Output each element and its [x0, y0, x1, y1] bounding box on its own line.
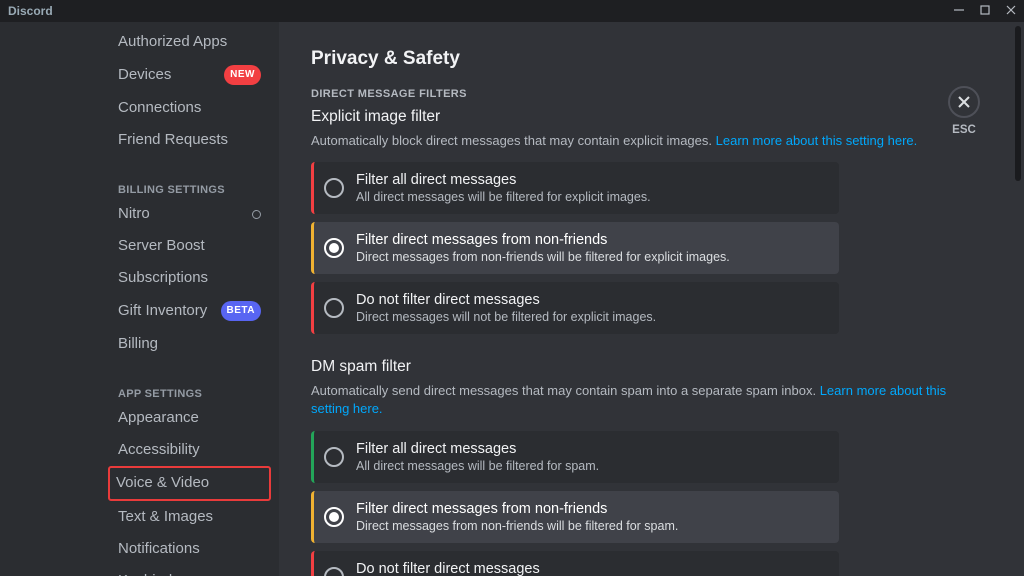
sidebar-item-keybinds[interactable]: Keybinds — [110, 565, 269, 576]
radio-subtitle: Direct messages will not be filtered for… — [356, 310, 656, 324]
badge: NEW — [224, 65, 261, 85]
sidebar-item-label: Server Boost — [118, 237, 205, 255]
settings-sidebar: Authorized Apps Devices NEW Connections Frie… — [0, 22, 279, 576]
sidebar-item-notifications[interactable]: Notifications — [110, 533, 269, 565]
sidebar-item-accessibility[interactable]: Accessibility — [110, 434, 269, 466]
sidebar-item-appearance[interactable]: Appearance — [110, 402, 269, 434]
radio-title: Do not filter direct messages — [356, 292, 656, 308]
radio-icon — [324, 298, 344, 318]
scrollbar[interactable] — [1015, 26, 1021, 181]
sidebar-item-authorized-apps[interactable]: Authorized Apps — [110, 26, 269, 58]
window-minimize-icon[interactable] — [954, 4, 964, 18]
spam-filter-radio-group: Filter all direct messages All direct mes… — [311, 431, 839, 576]
sidebar-section-header: Billing Settings — [110, 176, 269, 198]
sidebar-item-label: Subscriptions — [118, 269, 208, 287]
badge: BETA — [221, 301, 261, 321]
sidebar-item-label: Gift Inventory — [118, 302, 207, 320]
sidebar-item-billing[interactable]: Billing — [110, 328, 269, 360]
sidebar-section-header: App Settings — [110, 380, 269, 402]
radio-icon — [324, 238, 344, 258]
settings-content: Privacy & Safety Direct Message Filters … — [279, 22, 1024, 576]
radio-title: Filter all direct messages — [356, 441, 599, 457]
spam-option-2[interactable]: Do not filter direct messagesDirect mess… — [311, 551, 839, 576]
sidebar-item-text-images[interactable]: Text & Images — [110, 501, 269, 533]
learn-more-link[interactable]: Learn more about this setting here. — [716, 133, 918, 148]
sidebar-item-connections[interactable]: Connections — [110, 92, 269, 124]
radio-subtitle: Direct messages from non-friends will be… — [356, 250, 730, 264]
sidebar-item-label: Connections — [118, 99, 201, 117]
spam-filter-desc: Automatically send direct messages that … — [311, 382, 984, 418]
sidebar-item-label: Friend Requests — [118, 131, 228, 149]
spam-filter-heading: DM spam filter — [311, 358, 984, 376]
spam-option-1[interactable]: Filter direct messages from non-friends D… — [311, 491, 839, 543]
sidebar-item-label: Notifications — [118, 540, 200, 558]
radio-title: Filter direct messages from non-friends — [356, 501, 678, 517]
sidebar-item-label: Accessibility — [118, 441, 200, 459]
sidebar-item-server-boost[interactable]: Server Boost — [110, 230, 269, 262]
close-label: ESC — [952, 124, 976, 136]
nitro-indicator-icon — [252, 210, 261, 219]
radio-subtitle: All direct messages will be filtered for… — [356, 459, 599, 473]
window-maximize-icon[interactable] — [980, 4, 990, 18]
explicit-option-1[interactable]: Filter direct messages from non-friends D… — [311, 222, 839, 274]
radio-title: Do not filter direct messages — [356, 561, 605, 576]
radio-subtitle: Direct messages from non-friends will be… — [356, 519, 678, 533]
sidebar-item-subscriptions[interactable]: Subscriptions — [110, 262, 269, 294]
sidebar-item-label: Text & Images — [118, 508, 213, 526]
close-icon[interactable] — [948, 86, 980, 118]
explicit-option-0[interactable]: Filter all direct messages All direct mes… — [311, 162, 839, 214]
section-eyebrow: Direct Message Filters — [311, 88, 984, 100]
spam-option-0[interactable]: Filter all direct messages All direct mes… — [311, 431, 839, 483]
radio-title: Filter direct messages from non-friends — [356, 232, 730, 248]
explicit-filter-desc: Automatically block direct messages that… — [311, 132, 984, 150]
page-title: Privacy & Safety — [311, 48, 984, 70]
explicit-option-2[interactable]: Do not filter direct messages Direct mess… — [311, 282, 839, 334]
sidebar-item-friend-requests[interactable]: Friend Requests — [110, 124, 269, 156]
window-close-icon[interactable] — [1006, 4, 1016, 18]
radio-icon — [324, 567, 344, 576]
sidebar-item-gift-inventory[interactable]: Gift Inventory BETA — [110, 294, 269, 328]
sidebar-item-nitro[interactable]: Nitro — [110, 198, 269, 230]
radio-title: Filter all direct messages — [356, 172, 651, 188]
radio-icon — [324, 507, 344, 527]
explicit-filter-heading: Explicit image filter — [311, 108, 984, 126]
sidebar-item-label: Devices — [118, 66, 171, 84]
close-settings-button[interactable]: ESC — [948, 86, 980, 136]
sidebar-item-label: Keybinds — [118, 572, 180, 576]
explicit-filter-radio-group: Filter all direct messages All direct mes… — [311, 162, 839, 334]
sidebar-item-label: Nitro — [118, 205, 150, 223]
app-name: Discord — [8, 4, 954, 18]
radio-icon — [324, 447, 344, 467]
titlebar: Discord — [0, 0, 1024, 22]
sidebar-item-voice-video[interactable]: Voice & Video — [108, 466, 271, 501]
sidebar-item-label: Voice & Video — [116, 474, 209, 492]
sidebar-item-label: Billing — [118, 335, 158, 353]
sidebar-item-label: Appearance — [118, 409, 199, 427]
radio-icon — [324, 178, 344, 198]
sidebar-item-label: Authorized Apps — [118, 33, 227, 51]
radio-subtitle: All direct messages will be filtered for… — [356, 190, 651, 204]
sidebar-item-devices[interactable]: Devices NEW — [110, 58, 269, 92]
